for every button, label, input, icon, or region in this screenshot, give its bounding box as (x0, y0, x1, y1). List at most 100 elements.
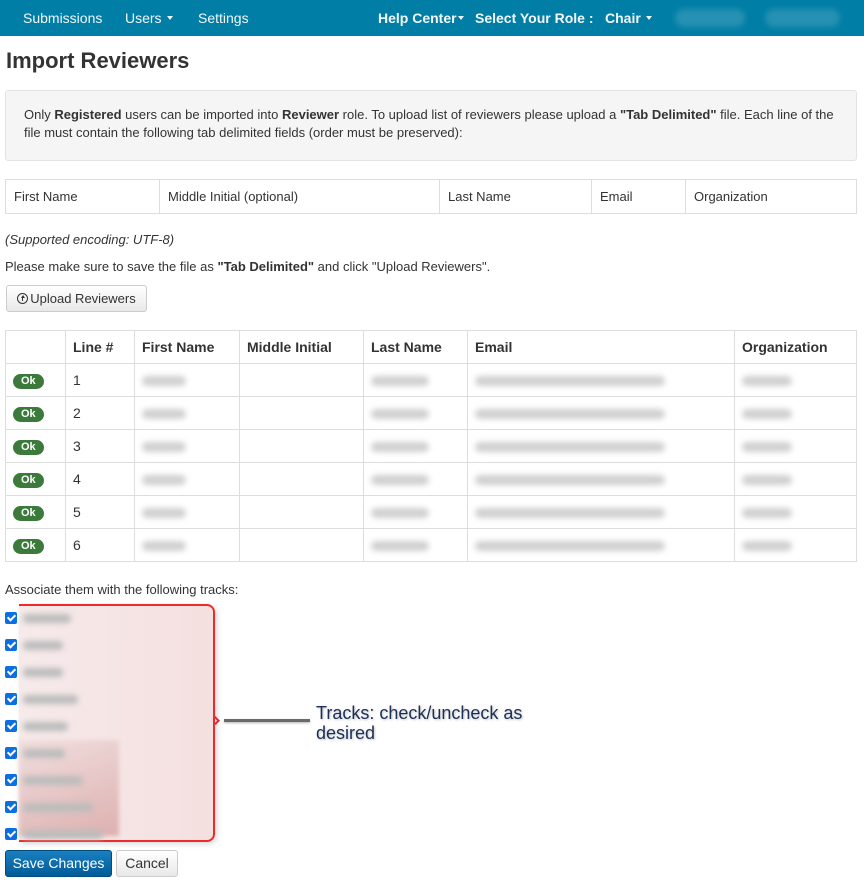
info-text: users can be imported into (121, 107, 282, 122)
upload-reviewers-button[interactable]: Upload Reviewers (6, 285, 147, 312)
table-row: Ok 4 (5, 462, 857, 496)
track-item[interactable] (5, 608, 71, 628)
track-checkbox[interactable] (5, 693, 17, 705)
cell-email (467, 528, 735, 562)
track-item[interactable] (5, 743, 65, 763)
required-fields-table: First Name Middle Initial (optional) Las… (5, 179, 857, 214)
field-first-name: First Name (14, 189, 78, 204)
cell-line: 5 (65, 495, 135, 529)
nav-settings[interactable]: Settings (198, 0, 249, 36)
cell-line: 3 (65, 429, 135, 463)
track-item[interactable] (5, 797, 93, 817)
encoding-note: (Supported encoding: UTF-8) (5, 232, 175, 247)
track-item[interactable] (5, 716, 68, 736)
cell-first-name (134, 462, 240, 496)
cell-line: 6 (65, 528, 135, 562)
info-text: Only (24, 107, 55, 122)
redacted-last (371, 508, 429, 519)
track-checkbox[interactable] (5, 639, 17, 651)
redacted-first (142, 409, 186, 420)
track-item[interactable] (5, 662, 63, 682)
instructions-text: and click "Upload Reviewers". (314, 259, 491, 274)
redacted-last (371, 541, 429, 552)
track-item[interactable] (5, 770, 83, 790)
nav-help-center-dropdown[interactable]: Help Center (378, 0, 464, 36)
track-item[interactable] (5, 824, 103, 844)
col-last-name: Last Name (363, 330, 468, 364)
nav-submissions[interactable]: Submissions (23, 0, 102, 36)
field-last-name: Last Name (439, 179, 592, 214)
track-item[interactable] (5, 635, 63, 655)
select-role-label: Select Your Role : (475, 10, 594, 26)
track-checkbox[interactable] (5, 747, 17, 759)
field-organization: Organization (685, 179, 857, 214)
col-email: Email (467, 330, 735, 364)
cell-middle-initial (239, 462, 364, 496)
caret-down-icon (457, 16, 464, 21)
track-label-redacted (23, 748, 65, 758)
cell-email (467, 363, 735, 397)
user-menu-redacted[interactable] (675, 9, 745, 27)
redacted-last (371, 409, 429, 420)
cell-email (467, 429, 735, 463)
top-navbar: Submissions Users Settings Help Center S… (0, 0, 864, 36)
cell-email (467, 396, 735, 430)
track-label-redacted (23, 775, 83, 785)
cell-middle-initial (239, 429, 364, 463)
account-menu-redacted[interactable] (765, 9, 840, 27)
save-instructions: Please make sure to save the file as "Ta… (5, 259, 490, 274)
cell-middle-initial (239, 495, 364, 529)
redacted-first (142, 508, 186, 519)
cell-middle-initial (239, 396, 364, 430)
cell-organization (734, 363, 857, 397)
table-header-row: Line # First Name Middle Initial Last Na… (5, 330, 857, 364)
cell-first-name (134, 396, 240, 430)
cell-first-name (134, 495, 240, 529)
track-checkbox[interactable] (5, 720, 17, 732)
track-label-redacted (23, 721, 68, 731)
redacted-email (475, 409, 665, 420)
redacted-org (742, 409, 792, 420)
role-dropdown[interactable]: Chair (605, 0, 652, 36)
track-label-redacted (23, 829, 103, 839)
page-title: Import Reviewers (6, 48, 190, 73)
cell-last-name (363, 363, 468, 397)
track-item[interactable] (5, 689, 78, 709)
cancel-button[interactable]: Cancel (116, 850, 178, 877)
save-changes-button[interactable]: Save Changes (5, 850, 112, 877)
cell-first-name (134, 363, 240, 397)
redacted-first (142, 376, 186, 387)
cell-status: Ok (5, 396, 66, 430)
track-checkbox[interactable] (5, 828, 17, 840)
track-checkbox[interactable] (5, 666, 17, 678)
line-number: 2 (73, 405, 81, 421)
track-label-redacted (23, 640, 63, 650)
redacted-org (742, 442, 792, 453)
track-checkbox[interactable] (5, 774, 17, 786)
redacted-last (371, 475, 429, 486)
track-checkbox[interactable] (5, 801, 17, 813)
info-bold: "Tab Delimited" (619, 107, 717, 122)
cell-status: Ok (5, 528, 66, 562)
redacted-last (371, 376, 429, 387)
cell-organization (734, 528, 857, 562)
track-label-redacted (23, 667, 63, 677)
info-bold: Registered (54, 107, 122, 122)
cell-email (467, 462, 735, 496)
nav-users-label: Users (125, 10, 162, 26)
cell-first-name (134, 528, 240, 562)
info-panel: Only Registered users can be imported in… (5, 90, 857, 161)
status-badge: Ok (13, 539, 44, 554)
status-badge: Ok (13, 506, 44, 521)
track-checkbox[interactable] (5, 612, 17, 624)
cell-organization (734, 495, 857, 529)
table-row: Ok 2 (5, 396, 857, 430)
field-middle-initial: Middle Initial (optional) (159, 179, 440, 214)
redacted-email (475, 508, 665, 519)
line-number: 1 (73, 372, 81, 388)
status-badge: Ok (13, 440, 44, 455)
role-label: Chair (605, 10, 641, 26)
cell-line: 2 (65, 396, 135, 430)
field-email: Email (591, 179, 686, 214)
nav-users-dropdown[interactable]: Users (125, 0, 173, 36)
